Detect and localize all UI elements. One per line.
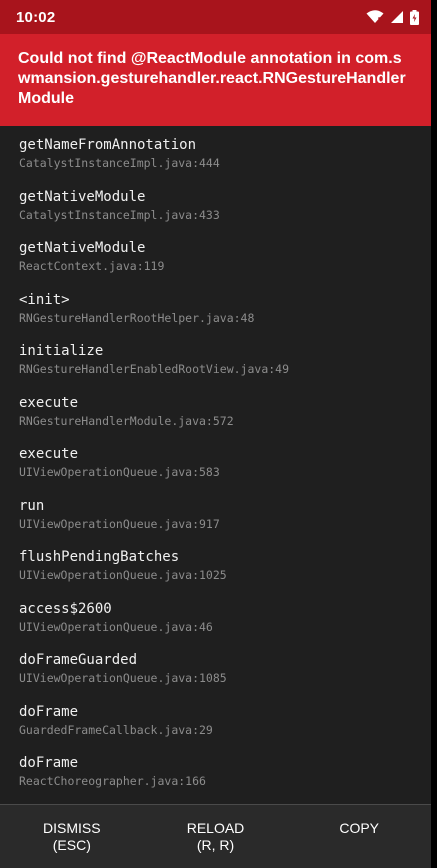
battery-icon [410, 9, 419, 25]
status-bar: 10:02 [0, 0, 431, 34]
frame-file: UIViewOperationQueue.java:583 [19, 465, 220, 479]
stack-frame[interactable]: execute RNGestureHandlerModule.java:572 [0, 392, 431, 444]
dismiss-label: DISMISS [43, 819, 101, 836]
redbox-footer: DISMISS (ESC) RELOAD (R, R) COPY [0, 804, 431, 868]
stack-frame[interactable]: doFrame GuardedFrameCallback.java:29 [0, 701, 431, 753]
frame-method: execute [19, 394, 79, 411]
stack-frame[interactable]: getNativeModule CatalystInstanceImpl.java… [0, 186, 431, 238]
stack-frame[interactable]: getNativeModule ReactContext.java:119 [0, 237, 431, 289]
frame-file: ReactContext.java:119 [19, 259, 165, 273]
stack-frame[interactable]: execute UIViewOperationQueue.java:583 [0, 443, 431, 495]
wifi-icon [366, 10, 384, 24]
screen-edge [431, 0, 437, 868]
frame-method: access$2600 [19, 600, 112, 617]
reload-label: RELOAD [186, 819, 245, 836]
signal-icon [390, 10, 404, 24]
frame-method: execute [19, 446, 79, 462]
frame-file: CatalystInstanceImpl.java:444 [19, 156, 220, 170]
stack-frame[interactable]: initialize RNGestureHandlerEnabledRootVie… [0, 340, 431, 392]
status-icons [366, 9, 419, 25]
stack-frame[interactable]: getNameFromAnnotation CatalystInstanceImp… [0, 134, 431, 186]
dismiss-button[interactable]: DISMISS (ESC) [0, 820, 144, 854]
frame-file: CatalystInstanceImpl.java:433 [19, 207, 220, 222]
frame-file: RNGestureHandlerEnabledRootView.java:49 [19, 362, 290, 376]
stack-frame[interactable]: doFrame ReactChoreographer.java:166 [0, 752, 431, 804]
frame-method: getNativeModule [19, 240, 146, 256]
status-time: 10:02 [16, 8, 56, 26]
frame-method: doFrame [19, 703, 79, 720]
stack-frame[interactable]: doFrameGuarded UIViewOperationQueue.java:… [0, 649, 431, 701]
error-message: Could not find @ReactModule annotation i… [0, 34, 431, 126]
stack-frame[interactable]: flushPendingBatches UIViewOperationQueue.… [0, 546, 431, 598]
frame-method: doFrame [19, 755, 79, 771]
frame-file: GuardedFrameCallback.java:29 [19, 722, 213, 737]
frame-method: getNativeModule [19, 188, 146, 205]
frame-file: UIViewOperationQueue.java:46 [19, 619, 213, 634]
dismiss-hint: (ESC) [52, 836, 91, 853]
frame-file: UIViewOperationQueue.java:917 [19, 516, 220, 531]
frame-file: RNGestureHandlerModule.java:572 [19, 413, 234, 428]
frame-method: <init> [19, 291, 70, 308]
frame-file: ReactChoreographer.java:166 [19, 774, 206, 788]
frame-method: run [19, 497, 45, 514]
stack-frame[interactable]: run UIViewOperationQueue.java:917 [0, 495, 431, 547]
frame-method: doFrameGuarded [19, 652, 138, 668]
copy-label: COPY [339, 819, 380, 836]
frame-method: getNameFromAnnotation [19, 137, 197, 153]
frame-method: initialize [19, 343, 104, 359]
reload-hint: (R, R) [196, 836, 235, 853]
frame-file: UIViewOperationQueue.java:1085 [19, 671, 227, 685]
stack-frame[interactable]: <init> RNGestureHandlerRootHelper.java:48 [0, 289, 431, 341]
frame-file: RNGestureHandlerRootHelper.java:48 [19, 310, 255, 325]
stack-frame[interactable]: access$2600 UIViewOperationQueue.java:46 [0, 598, 431, 650]
stack-trace-list[interactable]: getNameFromAnnotation CatalystInstanceImp… [0, 126, 431, 805]
reload-button[interactable]: RELOAD (R, R) [144, 820, 288, 854]
redbox-screen: 10:02 Could not find @ReactModule annota… [0, 0, 431, 868]
frame-method: flushPendingBatches [19, 549, 180, 565]
frame-file: UIViewOperationQueue.java:1025 [19, 568, 227, 582]
copy-button[interactable]: COPY [287, 820, 431, 837]
